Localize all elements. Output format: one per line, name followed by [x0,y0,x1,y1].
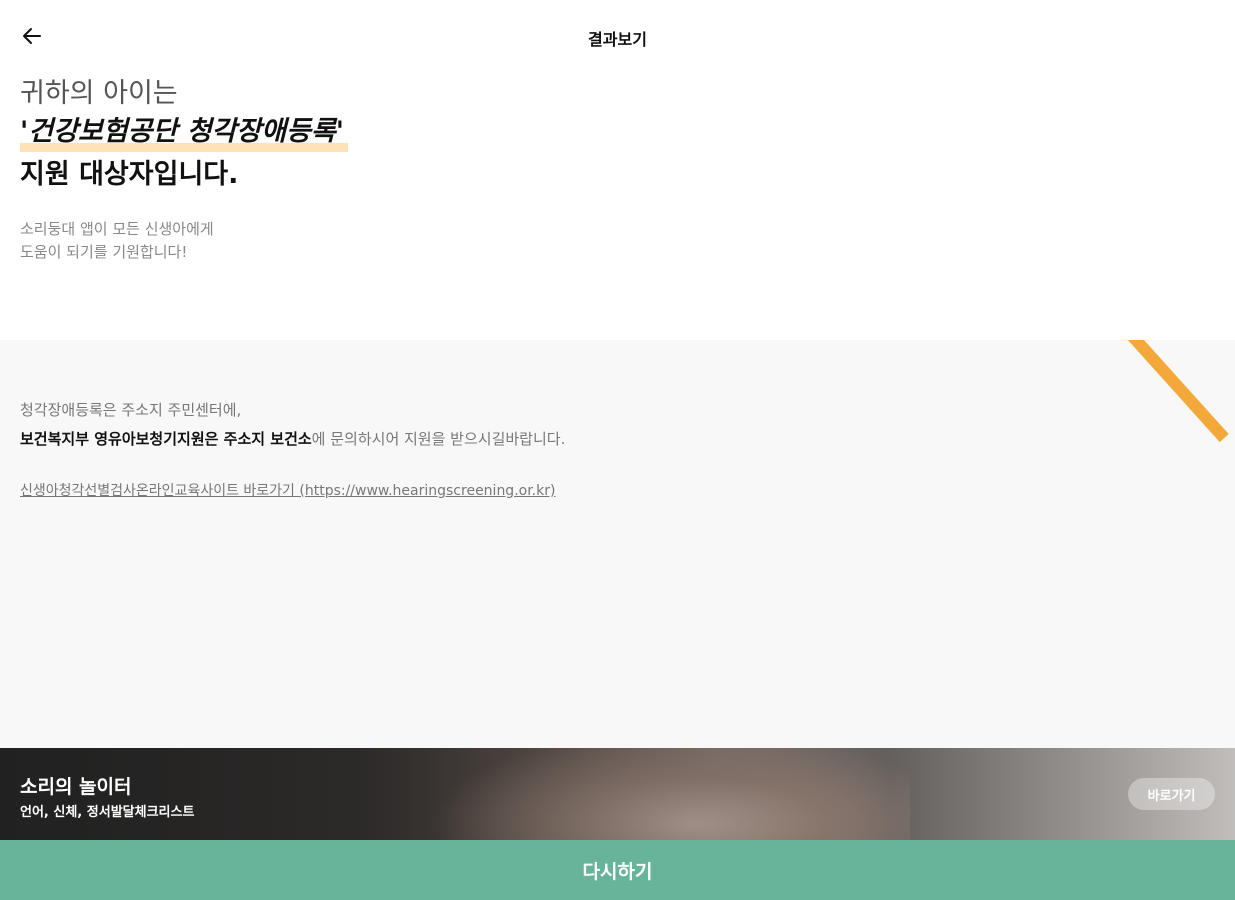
banner-subtitle: 언어, 신체, 정서발달체크리스트 [20,805,195,820]
info-section: 청각장애등록은 주소지 주민센터에, 보건복지부 영유아보청기지원은 주소지 보… [0,340,1235,748]
hero-line1: 귀하의 아이는 [20,78,178,109]
info-line2-strong: 보건복지부 영유아보청기지원은 주소지 보건소 [20,430,312,448]
info-line2-rest: 에 문의하시어 지원을 받으시길바랍니다. [311,430,566,448]
result-hero: 귀하의 아이는 '건강보험공단 청각장애등록' 지원 대상자입니다. 소리둥대 … [20,76,720,264]
banner-title: 소리의 놀이터 [20,776,132,798]
hero-subtext: 소리둥대 앱이 모든 신생아에게 도움이 되기를 기원합니다! [20,218,720,264]
hero-highlight: '건강보험공단 청각장애등록' [20,112,349,152]
retry-button[interactable]: 다시하기 [0,840,1235,900]
info-line1: 청각장애등록은 주소지 주민센터에, [20,401,242,419]
page-title: 결과보기 [588,30,647,49]
education-site-link[interactable]: 신생아청각선별검사온라인교육사이트 바로가기 (https://www.hear… [20,480,555,500]
banner-overlay [0,748,1235,840]
hero-sub-line1: 소리둥대 앱이 모든 신생아에게 [20,220,214,238]
header: 결과보기 [0,0,1235,72]
playground-banner[interactable]: 소리의 놀이터 언어, 신체, 정서발달체크리스트 바로가기 [0,748,1235,840]
info-text: 청각장애등록은 주소지 주민센터에, 보건복지부 영유아보청기지원은 주소지 보… [20,396,565,454]
accent-stripe [1126,340,1229,443]
hero-sub-line2: 도움이 되기를 기원합니다! [20,243,188,261]
hero-line3: 지원 대상자입니다. [20,159,239,190]
info-line2: 보건복지부 영유아보청기지원은 주소지 보건소에 문의하시어 지원을 받으시길바… [20,425,565,454]
go-button[interactable]: 바로가기 [1128,778,1215,810]
